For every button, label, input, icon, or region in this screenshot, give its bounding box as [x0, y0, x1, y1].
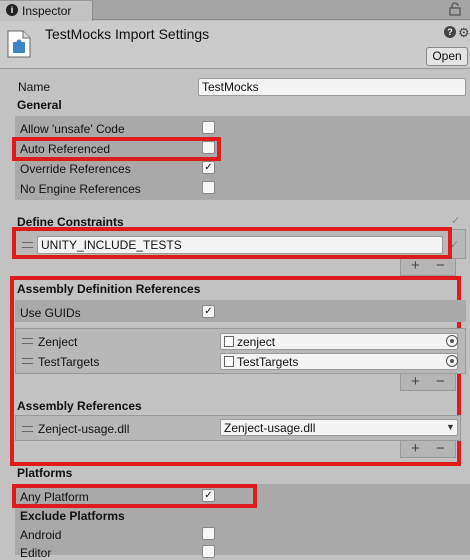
- object-picker-icon[interactable]: [446, 355, 458, 367]
- asset-icon: [224, 336, 234, 347]
- no-engine-references-label: No Engine References: [20, 182, 141, 196]
- info-icon: i: [6, 4, 18, 16]
- lock-icon[interactable]: [449, 2, 461, 16]
- override-references-label: Override References: [20, 162, 131, 176]
- assembly-definition-footer: [400, 374, 456, 391]
- assembly-references-heading: Assembly References: [17, 399, 142, 413]
- reference-label: Zenject: [38, 335, 78, 349]
- asset-icon: [224, 356, 234, 367]
- help-icon[interactable]: ?: [444, 26, 456, 38]
- use-guids-label: Use GUIDs: [20, 306, 81, 320]
- remove-assembly-button[interactable]: −: [436, 440, 445, 457]
- name-label: Name: [18, 80, 51, 94]
- page-title: TestMocks Import Settings: [45, 26, 210, 42]
- name-field[interactable]: TestMocks: [198, 78, 466, 96]
- open-button[interactable]: Open: [426, 47, 468, 66]
- add-reference-button[interactable]: +: [411, 373, 420, 390]
- platforms-heading: Platforms: [17, 466, 73, 480]
- remove-reference-button[interactable]: −: [436, 373, 445, 390]
- general-heading: General: [17, 98, 62, 112]
- exclude-android-checkbox[interactable]: [202, 527, 215, 540]
- override-references-checkbox[interactable]: ✓: [202, 161, 215, 174]
- use-guids-checkbox[interactable]: ✓: [202, 305, 215, 318]
- allow-unsafe-label: Allow 'unsafe' Code: [20, 122, 125, 136]
- assembly-references-footer: [400, 441, 456, 458]
- exclude-editor-label: Editor: [20, 546, 52, 560]
- tab-label: Inspector: [22, 4, 72, 18]
- reference-field[interactable]: zenject: [220, 333, 458, 350]
- highlight-box: [12, 484, 257, 508]
- assembly-reference-dropdown[interactable]: Zenject-usage.dll: [220, 419, 458, 436]
- drag-handle-icon[interactable]: [22, 338, 33, 344]
- chevron-down-icon: ▼: [446, 422, 455, 432]
- object-picker-icon[interactable]: [446, 335, 458, 347]
- highlight-box: [12, 137, 221, 161]
- header-check-icon: ✓: [451, 215, 461, 227]
- assembly-reference-label: Zenject-usage.dll: [38, 422, 130, 436]
- use-guids-row: [15, 300, 466, 322]
- exclude-android-label: Android: [20, 528, 62, 542]
- assembly-definition-icon: [7, 30, 31, 58]
- allow-unsafe-checkbox[interactable]: [202, 121, 215, 134]
- reference-field[interactable]: TestTargets: [220, 353, 458, 370]
- remove-constraint-button[interactable]: −: [436, 257, 445, 274]
- gear-icon[interactable]: ⚙: [458, 25, 470, 41]
- add-assembly-button[interactable]: +: [411, 440, 420, 457]
- define-constraints-footer: [400, 259, 456, 276]
- reference-label: TestTargets: [38, 355, 100, 369]
- drag-handle-icon[interactable]: [22, 426, 33, 432]
- tab-inspector[interactable]: i Inspector: [0, 0, 93, 21]
- assembly-definition-references-heading: Assembly Definition References: [17, 282, 201, 296]
- no-engine-references-checkbox[interactable]: [202, 181, 215, 194]
- drag-handle-icon[interactable]: [22, 358, 33, 364]
- add-constraint-button[interactable]: +: [411, 257, 420, 274]
- exclude-editor-checkbox[interactable]: [202, 545, 215, 558]
- highlight-box: [12, 227, 452, 259]
- exclude-platforms-heading: Exclude Platforms: [20, 509, 125, 523]
